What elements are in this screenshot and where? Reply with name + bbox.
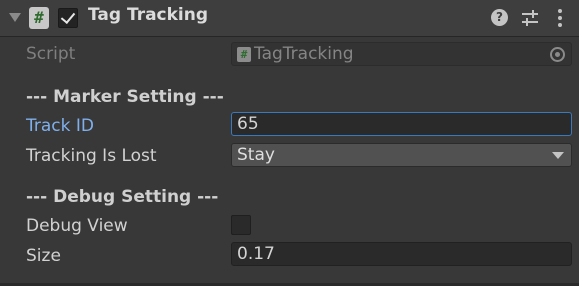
debug-setting-header: --- Debug Setting --- xyxy=(26,187,219,207)
inspector-component: # Tag Tracking ? Script # TagTracking --… xyxy=(0,0,579,286)
object-picker-icon[interactable] xyxy=(550,47,565,62)
script-object-field[interactable]: # TagTracking xyxy=(231,42,572,66)
debug-view-row: Debug View xyxy=(0,212,579,240)
help-icon[interactable]: ? xyxy=(491,9,508,26)
size-row: Size 0.17 xyxy=(0,242,579,270)
debug-view-label: Debug View xyxy=(26,216,128,236)
presets-icon[interactable] xyxy=(521,9,539,27)
track-id-label: Track ID xyxy=(26,116,94,136)
script-icon: # xyxy=(29,7,49,29)
tracking-is-lost-dropdown[interactable]: Stay xyxy=(231,143,572,167)
tracking-is-lost-row: Tracking Is Lost Stay xyxy=(0,142,579,170)
tracking-is-lost-label: Tracking Is Lost xyxy=(26,146,157,166)
tracking-is-lost-value: Stay xyxy=(237,145,275,165)
component-header[interactable]: # Tag Tracking ? xyxy=(0,0,579,37)
size-label: Size xyxy=(26,246,61,266)
debug-view-checkbox[interactable] xyxy=(231,215,251,235)
checkmark-icon xyxy=(60,8,76,25)
size-value: 0.17 xyxy=(237,244,275,264)
component-title: Tag Tracking xyxy=(88,5,209,25)
script-value: TagTracking xyxy=(254,44,354,64)
foldout-arrow-icon[interactable] xyxy=(9,13,21,22)
track-id-value: 65 xyxy=(237,114,259,134)
size-input[interactable]: 0.17 xyxy=(231,242,572,266)
marker-setting-header: --- Marker Setting --- xyxy=(26,87,224,107)
track-id-row: Track ID 65 xyxy=(0,112,579,140)
script-icon: # xyxy=(237,47,251,62)
script-label: Script xyxy=(26,44,76,64)
menu-icon[interactable] xyxy=(553,8,567,28)
track-id-input[interactable]: 65 xyxy=(231,112,572,136)
enabled-checkbox[interactable] xyxy=(58,8,78,28)
script-row: Script # TagTracking xyxy=(0,40,579,68)
dropdown-arrow-icon xyxy=(552,152,564,159)
